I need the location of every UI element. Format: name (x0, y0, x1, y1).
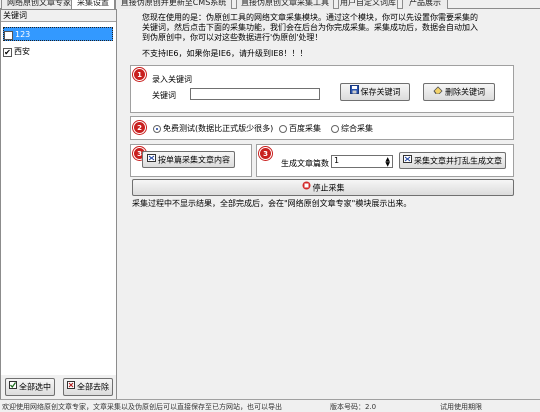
intro-line: 关键词，然后点击下面的采集功能，我们会在后台为你完成采集。采集成功后，数据会自动… (142, 23, 478, 32)
mode-option-free-test[interactable]: 免费测试(数据比正式版少很多) (153, 123, 273, 134)
delete-keyword-button[interactable]: 删除关键词 (423, 83, 495, 101)
intro-line: 您现在使用的是：伪原创工具的网络文章采集模块。通过这个模块，你可以先设置你需要采… (142, 13, 478, 22)
keyword-item[interactable]: ✔ 西安 (3, 45, 113, 59)
step3-single-box: 3 按单篇采集文章内容 (130, 144, 252, 177)
delete-keyword-label: 删除关键词 (445, 87, 485, 97)
tab-product-showcase[interactable]: 产品展示 (402, 0, 448, 9)
collect-settings-panel: 您现在使用的是：伪原创工具的网络文章采集模块。通过这个模块，你可以先设置你需要采… (118, 9, 526, 399)
step1-keyword-box: 1 录入关键词 关键词 保存关键词 删除关键词 (130, 65, 514, 113)
stop-collect-button[interactable]: 停止采集 (132, 179, 514, 196)
tab-custom-dictionary[interactable]: 用户自定义词库 (338, 0, 398, 9)
mode-option-label: 百度采集 (289, 124, 321, 133)
tab-original-article-expert[interactable]: 网络原创文章专家 (1, 0, 77, 9)
keyword-checkbox[interactable]: ✔ (3, 47, 12, 57)
step1-title: 录入关键词 (152, 75, 192, 84)
save-icon (349, 84, 359, 100)
step2-mode-box: 2 免费测试(数据比正式版少很多) 百度采集 综合采集 (130, 116, 514, 140)
ie6-warning: 不支持IE6，如果你是IE6，请升级到IE8！！！ (142, 49, 308, 58)
status-bar: 欢迎使用网络原创文章专家，文章采集以及伪原创后可以直接保存至已方网站，也可以导出… (0, 399, 540, 411)
keyword-label: 123 (15, 30, 31, 39)
select-all-label: 全部选中 (19, 382, 51, 392)
article-count-label: 生成文章篇数 (281, 159, 329, 168)
collect-and-shuffle-button[interactable]: 采集文章并打乱生成文章 (399, 152, 506, 169)
mode-option-label: 免费测试(数据比正式版少很多) (163, 124, 274, 133)
collect-note: 采集过程中不显示结果，全部完成后，会在"网络原创文章专家"模块展示出来。 (132, 199, 412, 208)
collect-single-article-button[interactable]: 按单篇采集文章内容 (142, 151, 235, 168)
step3-batch-badge: 3 (259, 147, 272, 160)
tab-rewrite-update-cms[interactable]: 直接伪原创并更新至CMS系统 (115, 0, 232, 9)
save-keyword-label: 保存关键词 (360, 87, 401, 97)
eraser-icon (433, 84, 443, 100)
keyword-item[interactable]: 123 (3, 27, 113, 41)
status-message: 欢迎使用网络原创文章专家，文章采集以及伪原创后可以直接保存至已方网站，也可以导出 (2, 403, 282, 411)
tab-bar: 网络原创文章专家 采集设置 直接伪原创并更新至CMS系统 直接伪原创文章采集工具… (0, 0, 540, 10)
keyword-label: 西安 (14, 47, 30, 56)
step2-badge: 2 (133, 121, 146, 134)
spin-down-icon[interactable]: ▼ (385, 162, 390, 168)
keyword-panel: 关键词 123 ✔ 西安 全部选中 全部去除 (0, 9, 117, 399)
keyword-checkbox[interactable] (4, 30, 13, 40)
step1-badge: 1 (133, 68, 146, 81)
select-all-icon (9, 379, 17, 395)
mode-option-label: 综合采集 (341, 124, 373, 133)
deselect-all-icon (67, 379, 75, 395)
collect-and-shuffle-label: 采集文章并打乱生成文章 (414, 156, 502, 166)
radio-button[interactable] (279, 124, 287, 133)
mode-option-combined[interactable]: 综合采集 (331, 123, 373, 134)
collect-icon (147, 152, 156, 168)
radio-button[interactable] (331, 124, 339, 133)
stop-collect-label: 停止采集 (312, 183, 345, 193)
intro-line: 到伪原创中，你可以对这些数据进行'伪原创'处理！ (142, 33, 323, 42)
status-trial: 试用使用期限 (440, 403, 482, 411)
deselect-all-button[interactable]: 全部去除 (63, 378, 113, 396)
right-edge-strip (526, 9, 540, 399)
mode-option-baidu[interactable]: 百度采集 (279, 123, 321, 134)
status-version: 版本号码：2.0 (330, 403, 377, 411)
keyword-field-label: 关键词 (152, 91, 176, 100)
radio-button[interactable] (153, 124, 161, 133)
article-count-spinner[interactable]: 1 ▲ ▼ (331, 155, 393, 168)
save-keyword-button[interactable]: 保存关键词 (340, 83, 410, 101)
keyword-panel-header: 关键词 (1, 10, 116, 22)
tab-rewrite-collect-tool[interactable]: 直接伪原创文章采集工具 (236, 0, 334, 9)
article-count-value: 1 (334, 156, 340, 165)
stop-icon (302, 180, 311, 196)
select-all-button[interactable]: 全部选中 (5, 378, 55, 396)
keyword-panel-buttons: 全部选中 全部去除 (1, 375, 116, 399)
intro-text: 您现在使用的是：伪原创工具的网络文章采集模块。通过这个模块，你可以先设置你需要采… (142, 13, 497, 43)
deselect-all-label: 全部去除 (77, 382, 109, 392)
step3-batch-box: 3 生成文章篇数 1 ▲ ▼ 采集文章并打乱生成文章 (256, 144, 514, 177)
collect-icon (403, 153, 412, 169)
keyword-input[interactable] (190, 88, 320, 100)
collect-single-article-label: 按单篇采集文章内容 (158, 155, 230, 165)
